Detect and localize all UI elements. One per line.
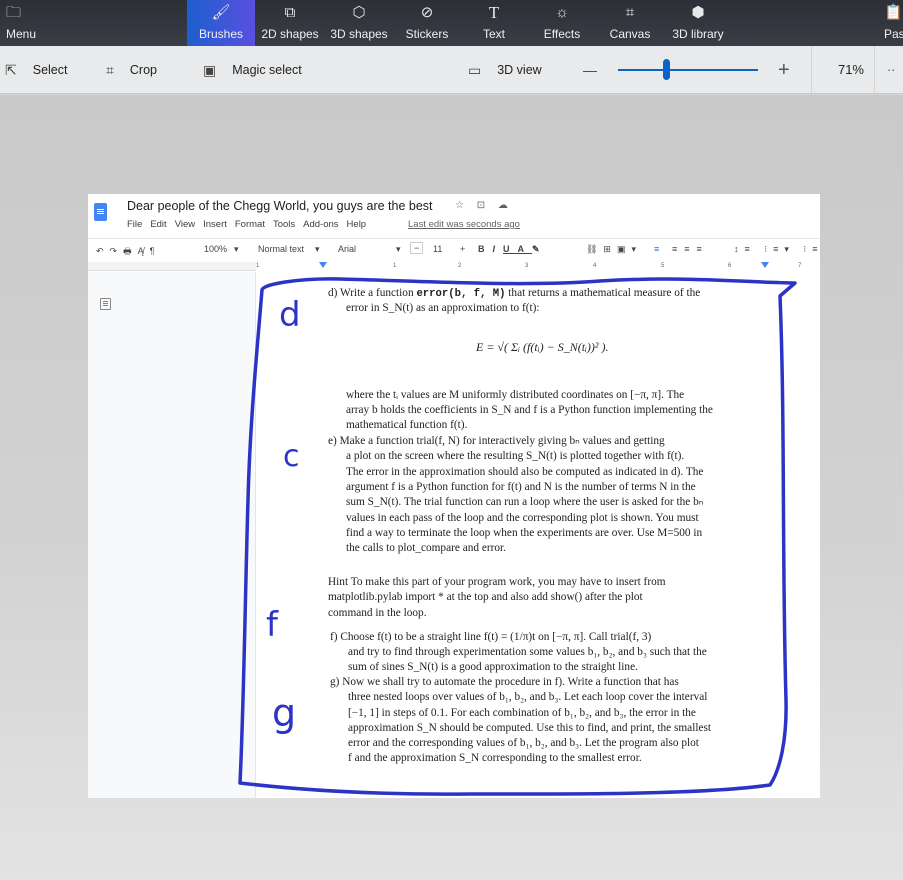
ink-letter-d: d: [279, 295, 301, 335]
ink-outline-stroke: [238, 277, 797, 796]
ink-annotations: d c f g: [238, 277, 797, 796]
ink-letter-c: c: [283, 439, 300, 474]
ink-letter-g: g: [272, 691, 296, 735]
ink-letter-f: f: [266, 605, 279, 645]
